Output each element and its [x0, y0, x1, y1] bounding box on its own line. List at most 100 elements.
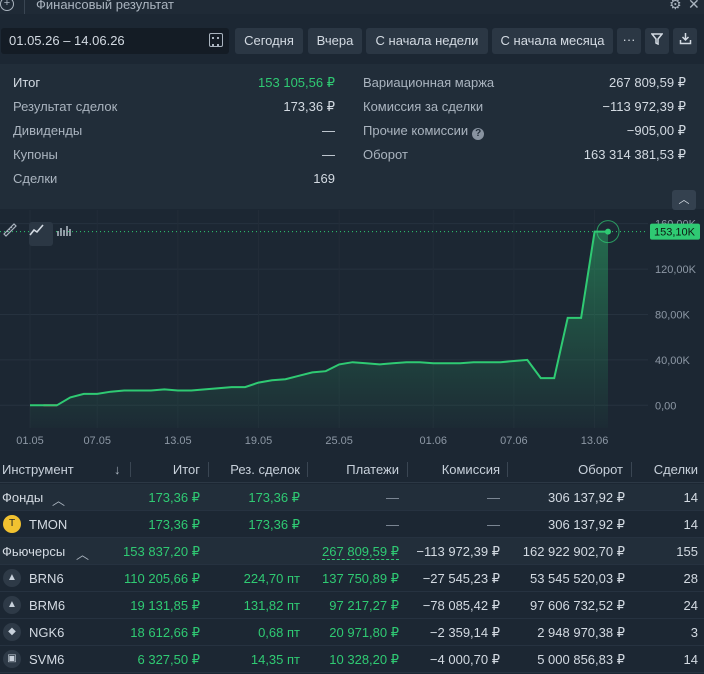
instrument-name: TMON: [29, 517, 68, 532]
trades-result-cell: 173,36 ₽: [248, 490, 300, 505]
col-commission[interactable]: Комиссия: [410, 462, 500, 477]
date-range-input[interactable]: 01.05.26 – 14.06.26: [1, 28, 229, 54]
dividends-value: —: [322, 123, 335, 138]
month-start-button[interactable]: С начала месяца: [492, 28, 613, 54]
group-name: Фонды: [2, 490, 44, 505]
total-cell: 173,36 ₽: [148, 517, 200, 532]
deals-cell: 14: [683, 652, 698, 667]
group-name: Фьючерсы: [2, 544, 66, 559]
trades-result-cell: 14,35 пт: [250, 652, 300, 667]
turnover-cell: 306 137,92 ₽: [548, 490, 625, 505]
close-icon[interactable]: ✕: [688, 0, 700, 13]
trade-commission-label: Комиссия за сделки: [363, 99, 484, 114]
payments-link[interactable]: 267 809,59 ₽: [322, 544, 399, 560]
download-icon[interactable]: [673, 28, 697, 54]
table-row[interactable]: ▣ SVM6 6 327,50 ₽ 14,35 пт 10 328,20 ₽ −4 000…: [0, 646, 704, 673]
col-divider: [307, 462, 308, 477]
y-tick-label: 40,00K: [655, 355, 691, 367]
commission-cell: —: [487, 517, 500, 532]
sort-desc-icon[interactable]: ↓: [114, 462, 121, 477]
date-range-value: 01.05.26 – 14.06.26: [9, 33, 125, 48]
calendar-icon[interactable]: [209, 33, 223, 47]
x-tick-label: 07.05: [83, 435, 111, 447]
chart-area: 0,0040,00K80,00K120,00K160,00K 01.0507.0…: [0, 210, 704, 456]
turnover-cell: 306 137,92 ₽: [548, 517, 625, 532]
total-cell: 18 612,66 ₽: [130, 625, 200, 640]
group-row[interactable]: ︿ Фонды 173,36 ₽ 173,36 ₽ — — 306 137,92 ₽ 14: [0, 484, 704, 511]
variation-margin-value: 267 809,59 ₽: [609, 75, 686, 90]
more-button[interactable]: ···: [617, 28, 641, 54]
trades-result-label: Результат сделок: [13, 99, 118, 114]
last-value-dot: [605, 228, 611, 235]
last-value-label: 153,10K: [654, 227, 696, 239]
col-divider: [130, 462, 131, 477]
yesterday-button[interactable]: Вчера: [308, 28, 362, 54]
coupons-value: —: [322, 147, 335, 162]
other-commission-value: −905,00 ₽: [626, 123, 686, 138]
commission-cell: —: [487, 490, 500, 505]
instrument-name: SVM6: [29, 652, 65, 667]
dividends-label: Дивиденды: [13, 123, 83, 138]
table-row[interactable]: ◆ NGK6 18 612,66 ₽ 0,68 пт 20 971,80 ₽ −2 359…: [0, 619, 704, 646]
col-deals[interactable]: Сделки: [634, 462, 698, 477]
total-label: Итог: [13, 75, 41, 90]
payments-cell: 267 809,59 ₽: [310, 544, 399, 560]
today-button[interactable]: Сегодня: [235, 28, 303, 54]
chart-area-fill: [30, 231, 608, 428]
y-tick-label: 0,00: [655, 400, 676, 412]
turnover-cell: 5 000 856,83 ₽: [537, 652, 625, 667]
col-divider: [507, 462, 508, 477]
total-cell: 110 205,66 ₽: [124, 571, 200, 586]
col-turnover[interactable]: Оборот: [510, 462, 623, 477]
deals-value: 169: [313, 171, 335, 186]
bar-chart-icon[interactable]: [56, 222, 80, 246]
tmon-icon: T: [3, 515, 21, 533]
oil-icon: ▲: [3, 596, 21, 614]
collapse-button[interactable]: ︿: [672, 190, 696, 210]
deals-cell: 14: [683, 517, 698, 532]
turnover-cell: 162 922 902,70 ₽: [522, 544, 625, 559]
table-row[interactable]: ▲ BRM6 19 131,85 ₽ 131,82 пт 97 217,27 ₽ −78 …: [0, 592, 704, 619]
filter-icon[interactable]: [645, 28, 669, 54]
table-row[interactable]: T TMON 173,36 ₽ 173,36 ₽ — — 306 137,92 ₽ 14: [0, 511, 704, 538]
turnover-cell: 2 948 970,38 ₽: [537, 625, 625, 640]
commission-cell: −113 972,39 ₽: [416, 544, 500, 559]
payments-cell: 20 971,80 ₽: [329, 625, 399, 640]
deals-cell: 155: [676, 544, 698, 559]
trades-result-value: 173,36 ₽: [283, 99, 335, 114]
col-instrument[interactable]: Инструмент: [2, 462, 74, 477]
help-icon[interactable]: ?: [472, 128, 485, 140]
col-trades-result[interactable]: Рез. сделок: [212, 462, 300, 477]
deals-cell: 14: [683, 490, 698, 505]
ruler-icon[interactable]: [2, 222, 26, 246]
turnover-cell: 53 545 520,03 ₽: [529, 571, 625, 586]
line-chart-icon[interactable]: [29, 222, 53, 246]
chevron-up-icon[interactable]: ︿: [52, 490, 65, 509]
week-start-button[interactable]: С начала недели: [366, 28, 488, 54]
x-tick-label: 13.06: [581, 435, 609, 447]
instrument-name: BRN6: [29, 571, 64, 586]
group-row[interactable]: ︿ Фьючерсы 153 837,20 ₽ 267 809,59 ₽ −113 97…: [0, 538, 704, 565]
turnover-value: 163 314 381,53 ₽: [583, 147, 686, 162]
plus-icon[interactable]: +: [0, 0, 14, 11]
payments-cell: 137 750,89 ₽: [322, 571, 399, 586]
other-commission-label: Прочие комиссии?: [363, 123, 485, 140]
instrument-name: BRM6: [29, 598, 66, 613]
y-tick-label: 120,00K: [655, 264, 697, 276]
trades-result-cell: 224,70 пт: [243, 571, 300, 586]
trades-result-cell: 173,36 ₽: [248, 517, 300, 532]
gear-icon[interactable]: ⚙: [669, 0, 682, 13]
commission-cell: −78 085,42 ₽: [422, 598, 500, 613]
payments-cell: 97 217,27 ₽: [329, 598, 399, 613]
window-title: Финансовый результат: [36, 0, 174, 12]
col-divider: [208, 462, 209, 477]
x-tick-label: 19.05: [245, 435, 273, 447]
pnl-chart[interactable]: 0,0040,00K80,00K120,00K160,00K 01.0507.0…: [0, 210, 704, 456]
chevron-up-icon[interactable]: ︿: [76, 544, 89, 563]
gas-icon: ◆: [3, 623, 21, 641]
col-total[interactable]: Итог: [135, 462, 200, 477]
variation-margin-label: Вариационная маржа: [363, 75, 495, 90]
col-payments[interactable]: Платежи: [310, 462, 399, 477]
table-row[interactable]: ▲ BRN6 110 205,66 ₽ 224,70 пт 137 750,89 ₽ −2…: [0, 565, 704, 592]
payments-cell: 10 328,20 ₽: [329, 652, 399, 667]
